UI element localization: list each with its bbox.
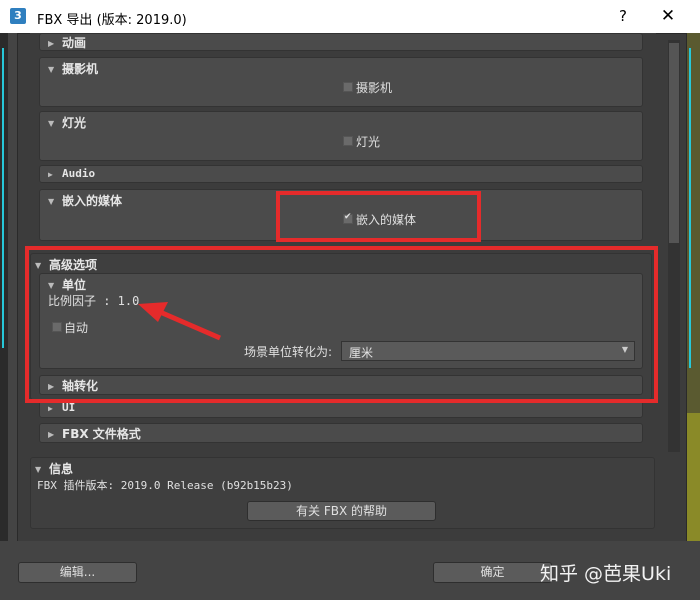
rollout-animation[interactable]: ▶ 动画 <box>39 33 643 51</box>
rollout-audio[interactable]: ▶ Audio <box>39 165 643 183</box>
scrollbar[interactable] <box>668 40 680 452</box>
rollout-units-label: 单位 <box>62 278 87 292</box>
rollout-embed-media-label: 嵌入的媒体 <box>62 194 123 208</box>
app-icon: 3 <box>10 8 26 24</box>
fbx-help-button[interactable]: 有关 FBX 的帮助 <box>247 501 436 521</box>
expand-arrow-icon: ▶ <box>48 169 53 179</box>
scrollbar-thumb[interactable] <box>669 43 679 243</box>
collapse-arrow-icon[interactable]: ▼ <box>48 281 58 290</box>
camera-checkbox-label[interactable]: 摄影机 <box>356 79 392 96</box>
rollout-ui-label: UI <box>62 401 76 414</box>
edit-button[interactable]: 编辑... <box>18 562 137 583</box>
scale-factor-text: 比例因子 : 1.0 <box>48 294 140 308</box>
rollout-fbx-format[interactable]: ▶ FBX 文件格式 <box>39 423 643 443</box>
title-bar: 3 FBX 导出 (版本: 2019.0) ? ✕ <box>0 0 700 33</box>
rollout-animation-label: 动画 <box>62 36 87 50</box>
rollout-light: ▼ 灯光 <box>39 111 643 161</box>
collapse-arrow-icon[interactable]: ▼ <box>48 119 58 128</box>
rollout-info-label: 信息 <box>49 462 74 476</box>
close-button[interactable]: ✕ <box>657 6 679 26</box>
collapse-arrow-icon[interactable]: ▼ <box>48 197 58 206</box>
rollout-axis-conversion[interactable]: ▶ 轴转化 <box>39 375 643 395</box>
collapse-arrow-icon[interactable]: ▼ <box>35 261 45 270</box>
rollout-fbx-format-label: FBX 文件格式 <box>62 427 141 441</box>
convert-units-label: 场景单位转化为: <box>244 345 333 359</box>
convert-units-dropdown[interactable]: 厘米 ▼ <box>341 341 635 361</box>
background-viewport-right <box>685 33 700 600</box>
help-button[interactable]: ? <box>612 6 634 26</box>
fbx-export-dialog: 3 FBX 导出 (版本: 2019.0) ? ✕ ▶ 动画 ▼ 摄影机 摄影机 ▼… <box>0 0 700 600</box>
auto-checkbox[interactable] <box>52 322 62 332</box>
collapse-arrow-icon[interactable]: ▼ <box>48 65 58 74</box>
camera-checkbox[interactable] <box>343 82 353 92</box>
light-checkbox[interactable] <box>343 136 353 146</box>
window-title: FBX 导出 (版本: 2019.0) <box>37 13 187 28</box>
background-viewport-left <box>0 33 8 600</box>
watermark-text: 知乎 @芭果Uki <box>540 563 672 585</box>
fbx-plugin-version: FBX 插件版本: 2019.0 Release (b92b15b23) <box>37 479 293 492</box>
dropdown-arrow-icon: ▼ <box>621 345 628 354</box>
expand-arrow-icon: ▶ <box>48 39 55 48</box>
embed-media-checkbox[interactable] <box>343 212 353 224</box>
embed-media-checkbox-label[interactable]: 嵌入的媒体 <box>356 211 416 228</box>
rollout-ui[interactable]: ▶ UI <box>39 400 643 418</box>
rollout-axis-label: 轴转化 <box>62 379 99 393</box>
rollout-camera-label: 摄影机 <box>62 62 99 76</box>
rollout-light-label: 灯光 <box>62 116 87 130</box>
rollout-advanced-label: 高级选项 <box>49 258 98 272</box>
expand-arrow-icon: ▶ <box>48 403 53 413</box>
rollout-camera: ▼ 摄影机 <box>39 57 643 107</box>
expand-arrow-icon: ▶ <box>48 430 55 439</box>
expand-arrow-icon: ▶ <box>48 382 55 391</box>
ok-button[interactable]: 确定 <box>433 562 552 583</box>
auto-checkbox-label[interactable]: 自动 <box>64 319 88 336</box>
rollout-embed-media: ▼ 嵌入的媒体 <box>39 189 643 241</box>
collapse-arrow-icon[interactable]: ▼ <box>35 465 45 474</box>
rollout-audio-label: Audio <box>62 167 96 180</box>
light-checkbox-label[interactable]: 灯光 <box>356 133 380 150</box>
convert-units-value: 厘米 <box>349 346 374 360</box>
